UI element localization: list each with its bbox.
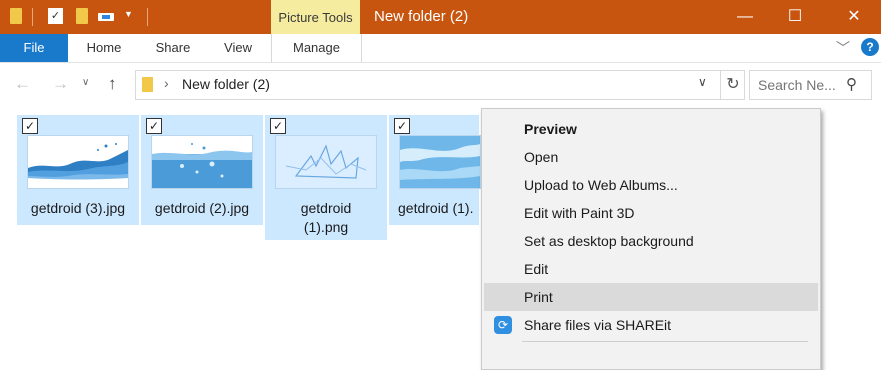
menu-item-label: Edit with Paint 3D [524,205,635,221]
thumbnail-image [27,135,129,189]
breadcrumb-chevron-icon[interactable]: › [164,75,169,91]
close-button[interactable]: ✕ [830,0,878,34]
address-dropdown-chevron-icon[interactable]: ∨ [698,75,707,89]
menu-item-label: Edit [524,261,549,277]
tab-home[interactable]: Home [74,34,134,62]
breadcrumb-current[interactable]: New folder (2) [182,76,270,92]
thumbnail-image [399,135,481,189]
thumbnail-image [151,135,253,189]
file-tab[interactable]: File [0,34,68,62]
tab-share[interactable]: Share [143,34,203,62]
context-menu: Preview Open Upload to Web Albums... Edi… [481,108,821,370]
menu-item-edit[interactable]: Edit [484,255,818,283]
recent-locations-chevron-icon[interactable]: ∨ [82,77,89,88]
file-item[interactable]: ✓ getdroid (1).png [265,115,387,240]
file-name[interactable]: getdroid (2).jpg [141,199,263,218]
minimize-button[interactable]: — [721,0,769,34]
menu-item-label: Share files via SHAREit [524,317,672,333]
rename-icon[interactable] [98,13,114,21]
menu-item-set-desktop-background[interactable]: Set as desktop background [484,227,818,255]
item-checkbox[interactable]: ✓ [22,118,38,134]
quick-access-separator [147,8,148,26]
menu-item-label: Preview [524,121,577,137]
search-input[interactable] [756,76,848,94]
item-checkbox[interactable]: ✓ [394,118,410,134]
menu-item-label: Open [524,149,559,165]
properties-icon[interactable]: ✓ [48,8,63,24]
menu-item-open[interactable]: Open [484,143,818,171]
maximize-button[interactable]: ☐ [771,0,819,34]
up-arrow-icon[interactable]: ↑ [108,74,117,94]
tab-view[interactable]: View [208,34,268,62]
customize-toolbar-chevron-icon[interactable]: ▼ [124,9,133,19]
ribbon: File Home Share View Manage ﹀ ? [0,34,881,63]
menu-separator [522,341,808,342]
menu-item-label: Upload to Web Albums... [524,177,678,193]
file-item[interactable]: ✓ getdroid (3).jpg [17,115,139,225]
new-folder-icon[interactable] [76,8,88,24]
help-icon[interactable]: ? [861,38,879,56]
title-bar: ✓ ▼ Picture Tools New folder (2) — ☐ ✕ [0,0,881,34]
file-item[interactable]: ✓ getdroid (2).jpg [141,115,263,225]
menu-item-print[interactable]: Print [484,283,818,311]
search-box[interactable]: ⚲ [749,70,872,100]
folder-icon [10,8,22,24]
forward-arrow-icon[interactable]: → [52,74,69,94]
menu-item-edit-paint-3d[interactable]: Edit with Paint 3D [484,199,818,227]
menu-item-preview[interactable]: Preview [484,115,818,143]
menu-item-label: Print [524,289,553,305]
quick-access-separator [32,8,33,26]
address-bar[interactable]: › New folder (2) ∨ ↻ [135,70,745,100]
item-checkbox[interactable]: ✓ [146,118,162,134]
file-item[interactable]: ✓ getdroid (1). [389,115,481,225]
menu-item-label: Set as desktop background [524,233,694,249]
back-arrow-icon[interactable]: ← [14,74,31,94]
refresh-icon[interactable]: ↻ [720,71,745,99]
picture-tools-tab: Picture Tools [271,0,360,34]
window-title: New folder (2) [374,8,469,25]
file-name[interactable]: getdroid (1).png [278,199,374,237]
menu-item-share-shareit[interactable]: ⟳ Share files via SHAREit [484,311,818,339]
tab-manage[interactable]: Manage [271,34,362,62]
search-icon[interactable]: ⚲ [846,75,857,93]
file-name[interactable]: getdroid (3).jpg [17,199,139,218]
folder-icon [142,77,153,92]
thumbnail-image [275,135,377,189]
item-checkbox[interactable]: ✓ [270,118,286,134]
shareit-icon: ⟳ [494,316,512,334]
menu-item-upload-web-albums[interactable]: Upload to Web Albums... [484,171,818,199]
expand-ribbon-chevron-icon[interactable]: ﹀ [836,38,850,58]
